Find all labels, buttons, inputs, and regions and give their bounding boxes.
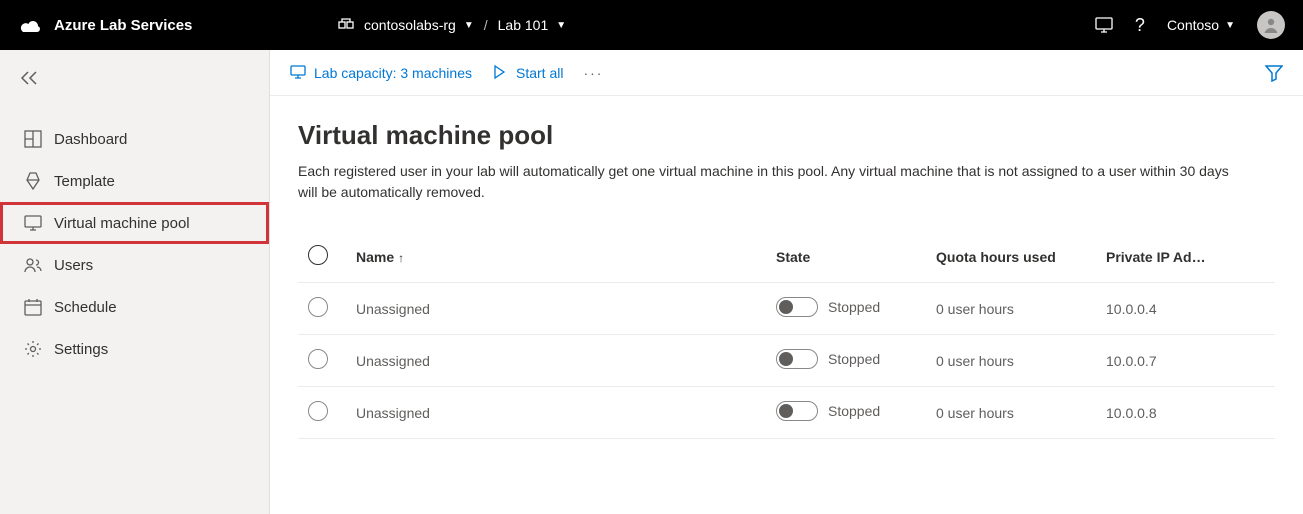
sidebar-item-template[interactable]: Template — [0, 160, 269, 202]
filter-button[interactable] — [1265, 64, 1283, 82]
breadcrumb-separator: / — [484, 17, 488, 33]
content: Virtual machine pool Each registered use… — [270, 96, 1303, 439]
cell-quota: 0 user hours — [926, 387, 1096, 439]
azure-labs-logo-icon — [18, 15, 44, 35]
resource-group-icon — [338, 17, 354, 33]
sort-asc-icon: ↑ — [398, 251, 404, 265]
breadcrumb-rg[interactable]: contosolabs-rg ▼ — [364, 17, 474, 33]
sidebar-item-label: Dashboard — [54, 131, 127, 148]
cell-quota: 0 user hours — [926, 335, 1096, 387]
cell-quota: 0 user hours — [926, 283, 1096, 335]
chevron-down-icon: ▼ — [556, 20, 566, 31]
state-label: Stopped — [828, 299, 880, 315]
sidebar-item-dashboard[interactable]: Dashboard — [0, 118, 269, 160]
state-label: Stopped — [828, 403, 880, 419]
state-toggle[interactable] — [776, 349, 818, 369]
cell-name: Unassigned — [346, 283, 766, 335]
sidebar-item-schedule[interactable]: Schedule — [0, 286, 269, 328]
start-all-label: Start all — [516, 65, 563, 81]
sidebar-item-label: Template — [54, 173, 115, 190]
template-icon — [24, 172, 42, 190]
more-commands-button[interactable]: ··· — [583, 65, 603, 81]
vm-pool-icon — [24, 214, 42, 232]
sidebar-item-users[interactable]: Users — [0, 244, 269, 286]
page-description: Each registered user in your lab will au… — [298, 161, 1248, 203]
chevron-down-icon: ▼ — [1225, 20, 1235, 31]
cell-state: Stopped — [766, 283, 926, 335]
column-header-quota[interactable]: Quota hours used — [926, 231, 1096, 283]
cell-ip: 10.0.0.7 — [1096, 335, 1275, 387]
monitor-icon[interactable] — [1095, 17, 1113, 33]
table-header-row: Name↑ State Quota hours used Private IP … — [298, 231, 1275, 283]
sidebar-item-label: Virtual machine pool — [54, 215, 190, 232]
cell-state: Stopped — [766, 335, 926, 387]
state-toggle[interactable] — [776, 401, 818, 421]
select-all-radio[interactable] — [308, 245, 328, 265]
brand: Azure Lab Services — [18, 15, 298, 35]
dashboard-icon — [24, 130, 42, 148]
gear-icon — [24, 340, 42, 358]
breadcrumb-lab-label: Lab 101 — [498, 17, 549, 33]
row-select-radio[interactable] — [308, 401, 328, 421]
play-icon — [492, 65, 508, 81]
tenant-label: Contoso — [1167, 17, 1219, 33]
sidebar-item-settings[interactable]: Settings — [0, 328, 269, 370]
help-icon[interactable]: ? — [1135, 15, 1145, 36]
table-row[interactable]: Unassigned Stopped 0 user hours10.0.0.4 — [298, 283, 1275, 335]
state-toggle[interactable] — [776, 297, 818, 317]
row-select-radio[interactable] — [308, 349, 328, 369]
nav: Dashboard Template Virtual machine pool … — [0, 98, 269, 370]
cell-ip: 10.0.0.4 — [1096, 283, 1275, 335]
table-row[interactable]: Unassigned Stopped 0 user hours10.0.0.7 — [298, 335, 1275, 387]
collapse-sidebar-icon[interactable] — [20, 71, 40, 85]
tenant-dropdown[interactable]: Contoso ▼ — [1167, 17, 1235, 33]
sidebar-item-label: Users — [54, 257, 93, 274]
row-select-radio[interactable] — [308, 297, 328, 317]
avatar[interactable] — [1257, 11, 1285, 39]
cell-name: Unassigned — [346, 387, 766, 439]
column-header-name[interactable]: Name↑ — [346, 231, 766, 283]
page-title: Virtual machine pool — [298, 120, 1275, 151]
lab-capacity-button[interactable]: Lab capacity: 3 machines — [290, 65, 472, 81]
cell-name: Unassigned — [346, 335, 766, 387]
users-icon — [24, 256, 42, 274]
sidebar-item-label: Settings — [54, 341, 108, 358]
column-header-state[interactable]: State — [766, 231, 926, 283]
state-label: Stopped — [828, 351, 880, 367]
cell-ip: 10.0.0.8 — [1096, 387, 1275, 439]
chevron-down-icon: ▼ — [464, 20, 474, 31]
monitor-icon — [290, 65, 306, 81]
start-all-button[interactable]: Start all — [492, 65, 563, 81]
main: Lab capacity: 3 machines Start all ··· V… — [270, 50, 1303, 514]
schedule-icon — [24, 298, 42, 316]
sidebar-item-label: Schedule — [54, 299, 117, 316]
column-header-ip[interactable]: Private IP Ad… — [1096, 231, 1275, 283]
command-bar: Lab capacity: 3 machines Start all ··· — [270, 50, 1303, 96]
cell-state: Stopped — [766, 387, 926, 439]
top-bar: Azure Lab Services contosolabs-rg ▼ / La… — [0, 0, 1303, 50]
sidebar-item-vm-pool[interactable]: Virtual machine pool — [0, 202, 269, 244]
breadcrumb-lab[interactable]: Lab 101 ▼ — [498, 17, 567, 33]
topbar-right: ? Contoso ▼ — [1095, 11, 1285, 39]
breadcrumb-rg-label: contosolabs-rg — [364, 17, 456, 33]
sidebar: Dashboard Template Virtual machine pool … — [0, 50, 270, 514]
brand-text: Azure Lab Services — [54, 17, 192, 34]
lab-capacity-label: Lab capacity: 3 machines — [314, 65, 472, 81]
vm-table: Name↑ State Quota hours used Private IP … — [298, 231, 1275, 439]
table-row[interactable]: Unassigned Stopped 0 user hours10.0.0.8 — [298, 387, 1275, 439]
breadcrumb: contosolabs-rg ▼ / Lab 101 ▼ — [338, 17, 566, 33]
